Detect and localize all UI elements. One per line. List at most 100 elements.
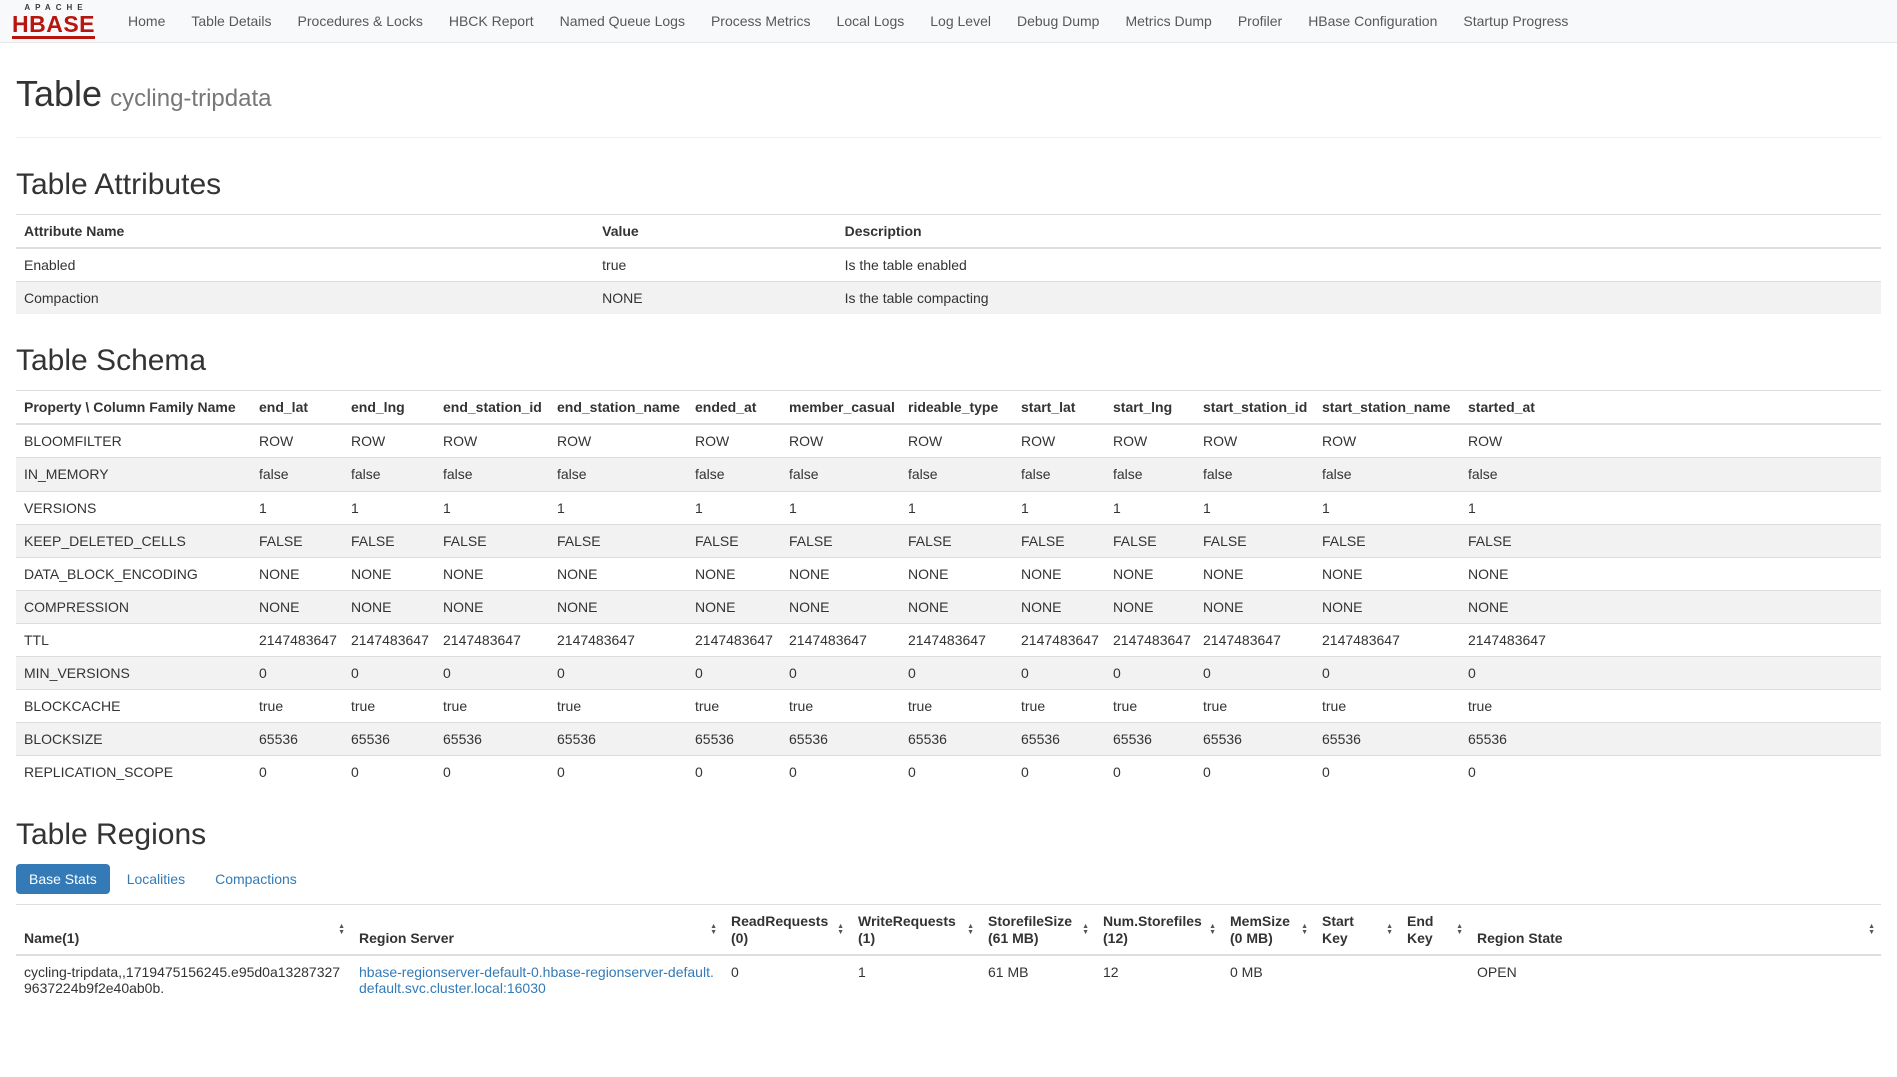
region-cell-name: cycling-tripdata,,1719475156245.e95d0a13… (16, 955, 351, 1004)
schema-value-cell: FALSE (251, 524, 343, 557)
schema-row-ttl: TTL2147483647214748364721474836472147483… (16, 623, 1881, 656)
regions-col-end-key[interactable]: End Key▲▼ (1399, 905, 1469, 955)
schema-value-cell: NONE (781, 557, 900, 590)
regions-col-readrequests-0[interactable]: ReadRequests (0)▲▼ (723, 905, 850, 955)
logo-hbase-text: HBASE (12, 13, 95, 39)
nav-item-profiler[interactable]: Profiler (1225, 13, 1295, 29)
schema-value-cell: true (781, 690, 900, 723)
region-cell-server: hbase-regionserver-default-0.hbase-regio… (351, 955, 723, 1004)
sort-icon: ▲▼ (837, 924, 844, 936)
schema-value-cell: FALSE (1460, 524, 1881, 557)
schema-value-cell: FALSE (1013, 524, 1105, 557)
attribute-cell: Is the table enabled (837, 248, 1881, 282)
hbase-logo[interactable]: APACHE HBASE (8, 1, 99, 41)
nav-item-metrics-dump[interactable]: Metrics Dump (1112, 13, 1224, 29)
tab-base-stats[interactable]: Base Stats (16, 864, 110, 894)
schema-family-member-casual: member_casual (781, 391, 900, 425)
schema-value-cell: 0 (435, 756, 549, 789)
nav-item-log-level[interactable]: Log Level (917, 13, 1004, 29)
attribute-row: CompactionNONEIs the table compacting (16, 282, 1881, 315)
schema-value-cell: 65536 (251, 723, 343, 756)
schema-value-cell: false (1013, 458, 1105, 491)
regions-col-memsize-0-mb[interactable]: MemSize (0 MB)▲▼ (1222, 905, 1314, 955)
schema-value-cell: 0 (435, 657, 549, 690)
schema-value-cell: true (687, 690, 781, 723)
schema-value-cell: ROW (781, 424, 900, 458)
schema-value-cell: 0 (343, 657, 435, 690)
nav-item-process-metrics[interactable]: Process Metrics (698, 13, 824, 29)
regions-col-region-state[interactable]: Region State▲▼ (1469, 905, 1881, 955)
schema-value-cell: true (1314, 690, 1460, 723)
schema-value-cell: FALSE (343, 524, 435, 557)
schema-value-cell: 0 (1105, 657, 1195, 690)
regions-col-num-storefiles-12[interactable]: Num.Storefiles (12)▲▼ (1095, 905, 1222, 955)
schema-row-bloomfilter: BLOOMFILTERROWROWROWROWROWROWROWROWROWRO… (16, 424, 1881, 458)
schema-value-cell: 0 (781, 756, 900, 789)
schema-value-cell: NONE (549, 557, 687, 590)
sort-icon: ▲▼ (967, 924, 974, 936)
table-regions: Name(1)▲▼Region Server▲▼ReadRequests (0)… (16, 904, 1881, 1003)
schema-value-cell: 65536 (781, 723, 900, 756)
nav-item-named-queue-logs[interactable]: Named Queue Logs (547, 13, 698, 29)
regions-col-label: StorefileSize (61 MB) (988, 913, 1072, 945)
nav-menu: HomeTable DetailsProcedures & LocksHBCK … (115, 13, 1581, 29)
schema-value-cell: NONE (781, 590, 900, 623)
attr-col-value: Value (594, 215, 836, 249)
schema-property-name: REPLICATION_SCOPE (16, 756, 251, 789)
nav-item-procedures-locks[interactable]: Procedures & Locks (285, 13, 436, 29)
tab-compactions[interactable]: Compactions (202, 864, 310, 894)
schema-value-cell: NONE (1105, 590, 1195, 623)
schema-value-cell: NONE (1105, 557, 1195, 590)
schema-value-cell: NONE (549, 590, 687, 623)
schema-row-min-versions: MIN_VERSIONS000000000000 (16, 657, 1881, 690)
page-subtitle: cycling-tripdata (110, 85, 271, 112)
regions-col-name-1[interactable]: Name(1)▲▼ (16, 905, 351, 955)
sort-desc-arrow: ▼ (1082, 930, 1089, 936)
region-cell-write: 1 (850, 955, 980, 1004)
schema-property-name: IN_MEMORY (16, 458, 251, 491)
nav-item-startup-progress[interactable]: Startup Progress (1450, 13, 1581, 29)
schema-value-cell: 0 (900, 756, 1013, 789)
regions-col-writerequests-1[interactable]: WriteRequests (1)▲▼ (850, 905, 980, 955)
nav-item-hbck-report[interactable]: HBCK Report (436, 13, 547, 29)
schema-value-cell: true (1013, 690, 1105, 723)
sort-desc-arrow: ▼ (1301, 930, 1308, 936)
nav-item-local-logs[interactable]: Local Logs (824, 13, 918, 29)
region-row: cycling-tripdata,,1719475156245.e95d0a13… (16, 955, 1881, 1004)
schema-value-cell: true (435, 690, 549, 723)
regions-col-start-key[interactable]: Start Key▲▼ (1314, 905, 1399, 955)
schema-row-in-memory: IN_MEMORYfalsefalsefalsefalsefalsefalsef… (16, 458, 1881, 491)
schema-value-cell: FALSE (1314, 524, 1460, 557)
schema-value-cell: false (1105, 458, 1195, 491)
region-server-link[interactable]: hbase-regionserver-default-0.hbase-regio… (359, 964, 714, 996)
nav-item-debug-dump[interactable]: Debug Dump (1004, 13, 1113, 29)
schema-value-cell: NONE (1013, 590, 1105, 623)
schema-value-cell: false (900, 458, 1013, 491)
schema-value-cell: false (343, 458, 435, 491)
schema-value-cell: 0 (343, 756, 435, 789)
schema-value-cell: 2147483647 (900, 623, 1013, 656)
schema-value-cell: 0 (900, 657, 1013, 690)
attribute-row: EnabledtrueIs the table enabled (16, 248, 1881, 282)
schema-value-cell: NONE (1195, 590, 1314, 623)
schema-value-cell: false (435, 458, 549, 491)
schema-value-cell: 2147483647 (687, 623, 781, 656)
nav-item-hbase-configuration[interactable]: HBase Configuration (1295, 13, 1450, 29)
schema-value-cell: 0 (1460, 756, 1881, 789)
schema-value-cell: NONE (1314, 557, 1460, 590)
nav-item-home[interactable]: Home (115, 13, 178, 29)
schema-value-cell: NONE (1460, 590, 1881, 623)
sort-desc-arrow: ▼ (837, 930, 844, 936)
sort-desc-arrow: ▼ (1386, 930, 1393, 936)
tab-localities[interactable]: Localities (114, 864, 198, 894)
schema-family-start-lat: start_lat (1013, 391, 1105, 425)
regions-col-storefilesize-61-mb[interactable]: StorefileSize (61 MB)▲▼ (980, 905, 1095, 955)
sort-desc-arrow: ▼ (1868, 930, 1875, 936)
schema-property-name: DATA_BLOCK_ENCODING (16, 557, 251, 590)
nav-item-table-details[interactable]: Table Details (178, 13, 284, 29)
schema-row-blocksize: BLOCKSIZE6553665536655366553665536655366… (16, 723, 1881, 756)
schema-value-cell: 2147483647 (1314, 623, 1460, 656)
schema-value-cell: 1 (687, 491, 781, 524)
schema-value-cell: NONE (1195, 557, 1314, 590)
regions-col-region-server[interactable]: Region Server▲▼ (351, 905, 723, 955)
